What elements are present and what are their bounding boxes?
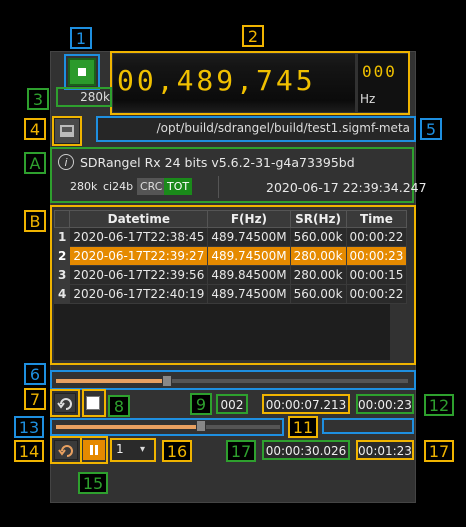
recording-description: SDRangel Rx 24 bits v5.6.2-31-g4a73395bd xyxy=(80,155,355,170)
annotation-label-6: 6 xyxy=(24,363,46,385)
annotation-box-2 xyxy=(110,51,410,115)
annotation-label-4: 4 xyxy=(24,118,46,140)
annotation-label-16: 17 xyxy=(226,440,256,462)
annotation-label-7: 7 xyxy=(24,388,46,410)
annotation-box-5 xyxy=(96,116,416,142)
play-track-checkbox[interactable] xyxy=(86,396,100,410)
loop-track-button[interactable] xyxy=(54,393,76,413)
table-row[interactable]: 3 2020-06-17T22:39:56 489.84500M 280.00k… xyxy=(53,265,408,285)
table-row[interactable]: 4 2020-06-17T22:40:19 489.74500M 560.00k… xyxy=(53,284,408,304)
annotation-label-14: 15 xyxy=(78,472,108,494)
annotation-label-15: 16 xyxy=(162,440,192,462)
recording-elapsed-time: 00:00:30.026 xyxy=(262,440,350,460)
annotation-box-1 xyxy=(64,54,100,90)
info-sample-format: ci24b xyxy=(103,180,134,193)
pause-icon xyxy=(90,445,93,455)
loop-icon xyxy=(58,445,73,457)
annotation-label-1: 1 xyxy=(70,27,92,49)
annotation-label-2: 2 xyxy=(242,25,264,47)
speed-select[interactable]: 1 ▾ xyxy=(110,438,156,462)
table-corner xyxy=(53,210,71,228)
track-number: 002 xyxy=(216,394,248,414)
speed-value: 1 xyxy=(116,442,124,456)
annotation-box-3 xyxy=(56,87,112,107)
annotation-label-3: 3 xyxy=(27,88,49,110)
annotation-box-4 xyxy=(52,116,82,146)
annotation-label-9: 9 xyxy=(190,393,212,415)
track-slider-fill xyxy=(56,379,166,383)
tot-indicator: TOT xyxy=(164,178,193,195)
annotation-label-8: 8 xyxy=(108,395,130,417)
annotation-label-17: 17 xyxy=(424,440,454,462)
annotation-label-b: B xyxy=(24,210,46,232)
annotation-label-10: 11 xyxy=(288,416,318,438)
loop-icon xyxy=(57,398,72,410)
loop-recording-button[interactable] xyxy=(54,440,78,460)
header-samplerate[interactable]: SR(Hz) xyxy=(289,210,347,228)
recording-slider-fill xyxy=(56,425,198,429)
annotation-label-13: 14 xyxy=(14,440,44,462)
track-duration: 00:00:23 xyxy=(356,394,414,414)
pause-icon-bar xyxy=(95,445,98,455)
table-row-selected[interactable]: 2 2020-06-17T22:39:27 489.74500M 280.00k… xyxy=(53,246,408,266)
recording-datetime: 2020-06-17 22:39:34.247 xyxy=(266,180,427,195)
table-row[interactable]: 1 2020-06-17T22:38:45 489.74500M 560.00k… xyxy=(53,227,408,247)
track-elapsed-time: 00:00:07.213 xyxy=(262,394,350,414)
track-slider-handle[interactable] xyxy=(162,375,172,387)
info-icon: i xyxy=(58,154,74,170)
header-frequency[interactable]: F(Hz) xyxy=(207,210,291,228)
chevron-down-icon: ▾ xyxy=(140,444,146,455)
annotation-label-a: A xyxy=(24,152,46,174)
header-datetime[interactable]: Datetime xyxy=(69,210,209,228)
pause-recording-button[interactable] xyxy=(83,440,105,460)
recording-duration: 00:01:23 xyxy=(356,440,414,460)
annotation-label-12: 13 xyxy=(14,416,44,438)
crc-indicator: CRC xyxy=(137,178,166,195)
annotation-label-5: 5 xyxy=(420,118,442,140)
annotation-box-10b xyxy=(322,418,414,434)
recording-slider-handle[interactable] xyxy=(196,420,206,432)
info-divider xyxy=(218,176,219,198)
header-time[interactable]: Time xyxy=(345,210,408,228)
annotation-label-11: 12 xyxy=(424,394,454,416)
track-table: Datetime F(Hz) SR(Hz) Time 1 2020-06-17T… xyxy=(53,210,408,360)
info-samplerate: 280k xyxy=(70,180,98,193)
